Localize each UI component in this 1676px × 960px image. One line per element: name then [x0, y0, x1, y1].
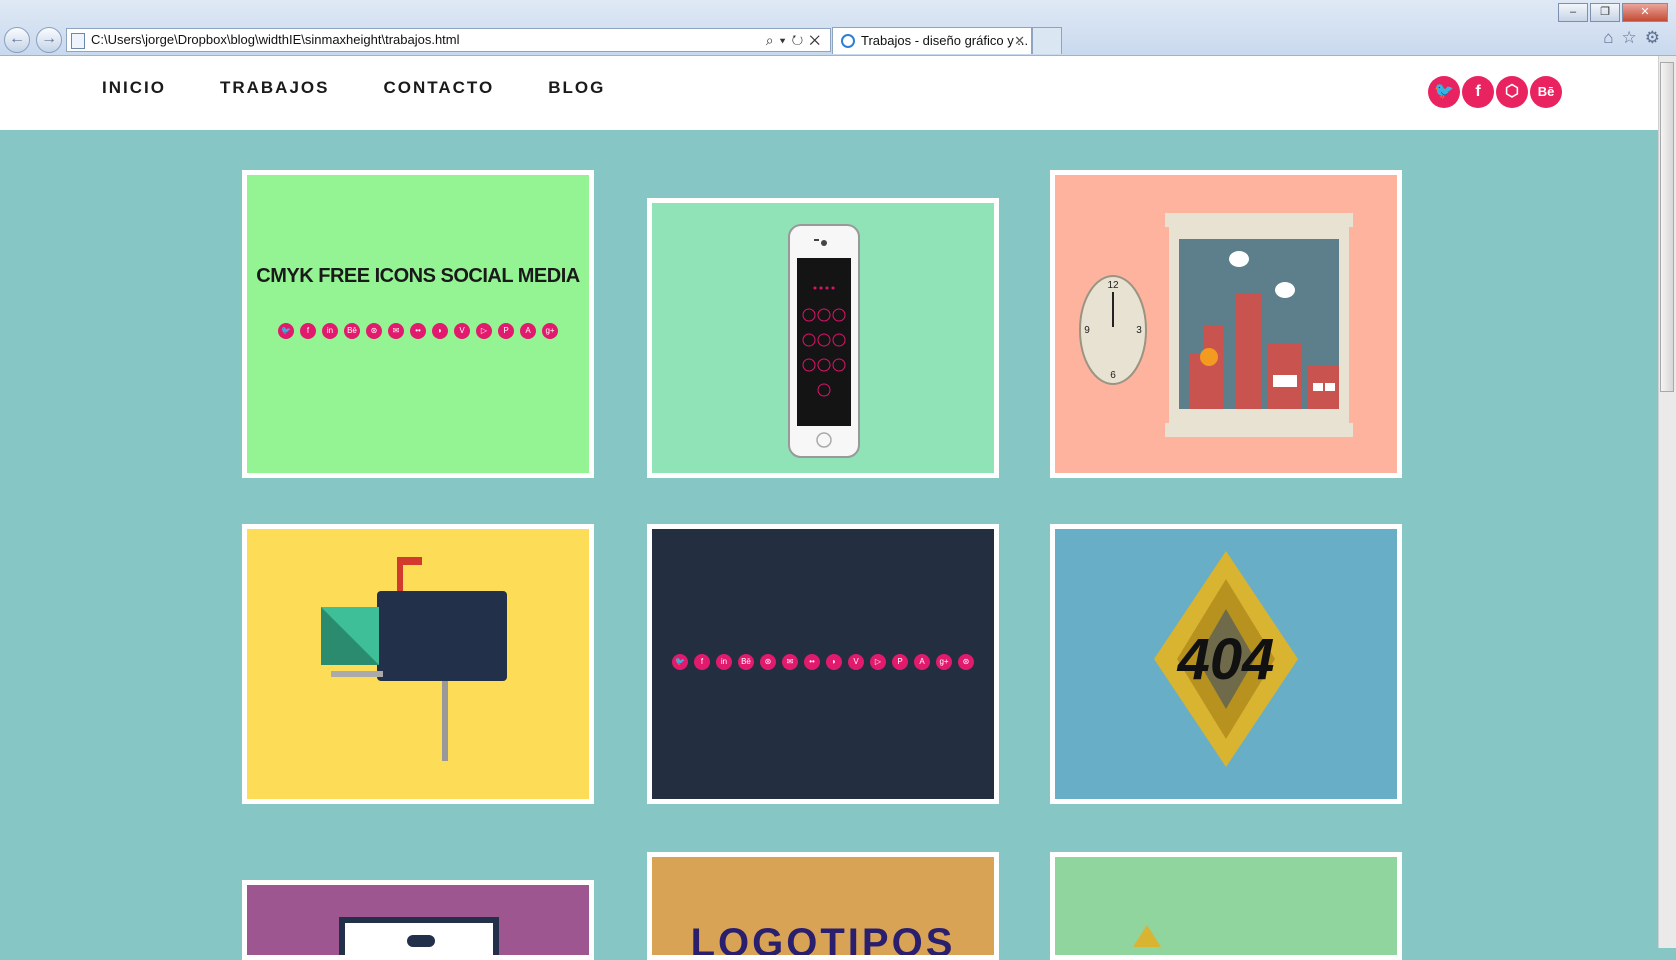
social-icons-row: 🐦 f in Bē ⊛ ✉ •• ◗ V ▷ P Ag+	[247, 320, 589, 339]
rss-icon: ◗	[826, 654, 842, 670]
ie-icon	[841, 34, 855, 48]
social-links: 🐦 f ⬡ Bē	[1426, 76, 1562, 108]
facebook-icon: f	[694, 654, 710, 670]
iphone-illustration	[788, 224, 860, 458]
work-thumbnail	[1055, 857, 1397, 955]
tab-title: Trabajos - diseño gráfico y ...	[861, 33, 1029, 48]
page-icon	[71, 33, 85, 49]
social-icons-row: 🐦 f in Bē ⊛ ✉ •• ◗ V ▷ P Ag+ ⊛	[652, 651, 994, 670]
nav-blog[interactable]: BLOG	[548, 78, 605, 98]
work-thumbnail: LOGOTIPOS	[652, 857, 994, 955]
clock-number-12: 12	[1107, 280, 1119, 291]
app-icon: A	[520, 323, 536, 339]
work-card-green[interactable]	[1050, 852, 1402, 960]
flickr-icon: ••	[410, 323, 426, 339]
work-card-dark-icons[interactable]: 🐦 f in Bē ⊛ ✉ •• ◗ V ▷ P Ag+ ⊛	[647, 524, 999, 804]
home-icon[interactable]: ⌂	[1603, 28, 1621, 47]
vimeo-icon: V	[848, 654, 864, 670]
codepen-icon[interactable]: ⬡	[1496, 76, 1528, 108]
work-card-purple[interactable]	[242, 880, 594, 960]
monitor-illustration	[339, 917, 499, 955]
work-thumbnail	[247, 529, 589, 799]
facebook-icon[interactable]: f	[1462, 76, 1494, 108]
dribbble-icon: ⊛	[958, 654, 974, 670]
work-thumbnail	[247, 885, 589, 955]
linkedin-icon: in	[716, 654, 732, 670]
nav-inicio[interactable]: INICIO	[102, 78, 166, 98]
browser-chrome: ← → C:\Users\jorge\Dropbox\blog\widthIE\…	[0, 0, 1676, 56]
app-icon: A	[914, 654, 930, 670]
youtube-icon: ▷	[870, 654, 886, 670]
behance-icon[interactable]: Bē	[1530, 76, 1562, 108]
404-text: 404	[1177, 627, 1275, 692]
tab-close-button[interactable]: ✕	[1014, 28, 1025, 54]
googleplus-icon: g+	[936, 654, 952, 670]
forward-button[interactable]: →	[36, 27, 62, 53]
googleplus-icon: g+	[542, 323, 558, 339]
restore-button[interactable]: ❐	[1590, 3, 1620, 22]
linkedin-icon: in	[322, 323, 338, 339]
minimize-button[interactable]: –	[1558, 3, 1588, 22]
twitter-icon: 🐦	[278, 323, 294, 339]
work-title: CMYK FREE ICONS SOCIAL MEDIA	[256, 265, 580, 287]
flickr-icon: ••	[804, 654, 820, 670]
work-thumbnail: 🐦 f in Bē ⊛ ✉ •• ◗ V ▷ P Ag+ ⊛	[652, 529, 994, 799]
vertical-scrollbar[interactable]	[1658, 56, 1676, 948]
dribbble-icon: ⊛	[760, 654, 776, 670]
dribbble-icon: ⊛	[366, 323, 382, 339]
facebook-icon: f	[300, 323, 316, 339]
work-thumbnail: CMYK FREE ICONS SOCIAL MEDIA 🐦 f in Bē ⊛ ✉ •• ◗…	[247, 175, 589, 473]
mail-icon: ✉	[782, 654, 798, 670]
work-thumbnail	[652, 203, 994, 473]
work-thumbnail: 12 3 6 9	[1055, 175, 1397, 473]
work-card-mailbox[interactable]	[242, 524, 594, 804]
rss-icon: ◗	[432, 323, 448, 339]
pinterest-icon: P	[498, 323, 514, 339]
mailbox-illustration	[321, 557, 507, 761]
clock-number-9: 9	[1084, 325, 1090, 336]
window-controls: – ❐ ✕	[1556, 2, 1668, 22]
diamond-404-illustration: 404	[1154, 551, 1298, 767]
triangle-illustration	[1133, 925, 1161, 947]
work-card-window-city[interactable]: 12 3 6 9	[1050, 170, 1402, 478]
settings-gear-icon[interactable]: ⚙	[1645, 28, 1668, 47]
mail-icon: ✉	[388, 323, 404, 339]
scrollbar-thumb[interactable]	[1660, 62, 1674, 392]
clock-number-6: 6	[1110, 370, 1116, 381]
new-tab-button[interactable]	[1032, 27, 1062, 54]
work-card-iphone[interactable]	[647, 198, 999, 478]
nav-trabajos[interactable]: TRABAJOS	[220, 78, 330, 98]
behance-icon: Bē	[344, 323, 360, 339]
youtube-icon: ▷	[476, 323, 492, 339]
vimeo-icon: V	[454, 323, 470, 339]
favorites-icon[interactable]: ☆	[1622, 28, 1645, 47]
browser-tools: ⌂☆⚙	[1603, 28, 1668, 48]
work-card-logotipos[interactable]: LOGOTIPOS	[647, 852, 999, 960]
clock-number-3: 3	[1136, 325, 1142, 336]
behance-icon: Bē	[738, 654, 754, 670]
close-window-button[interactable]: ✕	[1622, 3, 1668, 22]
work-title: LOGOTIPOS	[690, 921, 956, 955]
twitter-icon[interactable]: 🐦	[1428, 76, 1460, 108]
address-bar[interactable]: C:\Users\jorge\Dropbox\blog\widthIE\sinm…	[66, 28, 831, 52]
work-thumbnail: 404	[1055, 529, 1397, 799]
browser-tab[interactable]: Trabajos - diseño gráfico y ... ✕	[832, 27, 1032, 54]
work-card-cmyk-icons[interactable]: CMYK FREE ICONS SOCIAL MEDIA 🐦 f in Bē ⊛ ✉ •• ◗…	[242, 170, 594, 478]
address-tools[interactable]: ⌕▾↻✕	[766, 29, 826, 51]
window-city-illustration: 12 3 6 9	[1079, 213, 1353, 437]
pinterest-icon: P	[892, 654, 908, 670]
main-nav: INICIO TRABAJOS CONTACTO BLOG	[102, 78, 659, 98]
nav-contacto[interactable]: CONTACTO	[383, 78, 494, 98]
work-card-404[interactable]: 404	[1050, 524, 1402, 804]
address-text: C:\Users\jorge\Dropbox\blog\widthIE\sinm…	[91, 32, 460, 47]
twitter-icon: 🐦	[672, 654, 688, 670]
site-header: INICIO TRABAJOS CONTACTO BLOG 🐦 f ⬡ Bē	[0, 56, 1658, 130]
back-button[interactable]: ←	[4, 27, 30, 53]
